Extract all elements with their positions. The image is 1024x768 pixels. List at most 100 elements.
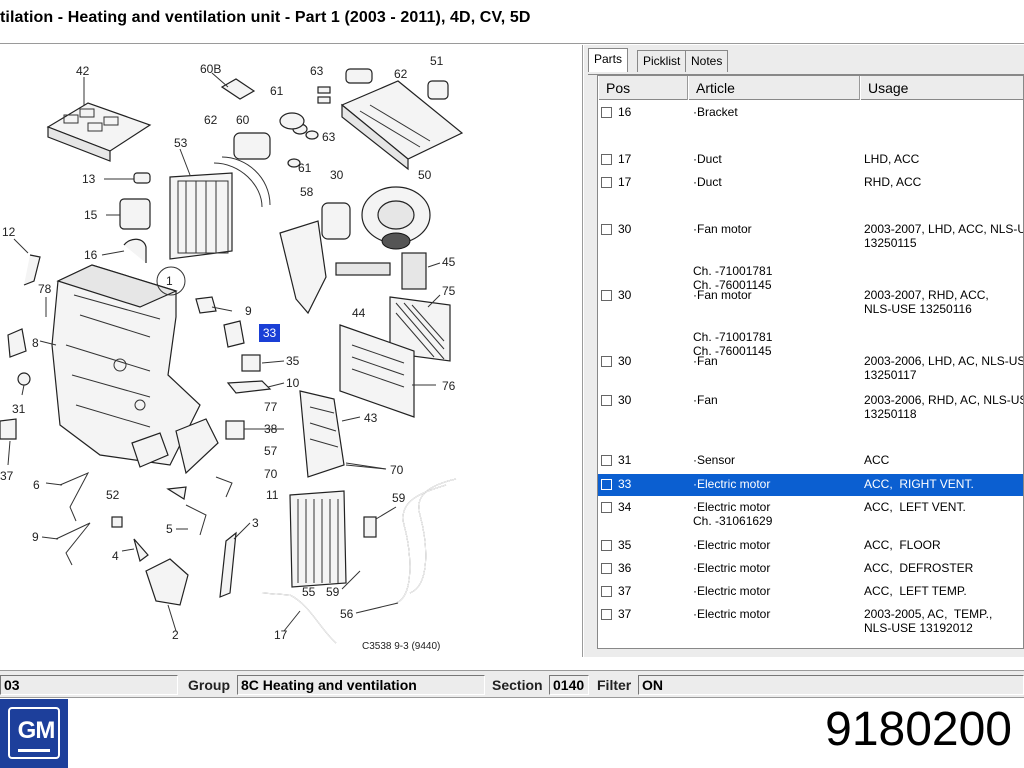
tab-notes[interactable]: Notes bbox=[685, 50, 729, 72]
part-42-filter-frame bbox=[46, 102, 152, 162]
group-label: Group bbox=[188, 677, 230, 693]
table-row-selected[interactable]: 33 ·Electric motor ACC, RIGHT VENT. bbox=[598, 474, 1023, 496]
row-pos: 34 bbox=[618, 500, 632, 514]
row-article: ·Electric motor bbox=[693, 561, 771, 575]
callout-44: 44 bbox=[352, 306, 366, 320]
table-row[interactable]: 37 ·Electric motor 2003-2005, AC, TEMP.,… bbox=[598, 604, 1023, 644]
row-checkbox[interactable] bbox=[601, 154, 612, 165]
row-checkbox[interactable] bbox=[601, 290, 612, 301]
row-pos: 17 bbox=[618, 152, 632, 166]
callout-42: 42 bbox=[76, 64, 90, 78]
callout-16: 16 bbox=[84, 248, 98, 262]
row-article: ·Duct bbox=[693, 152, 722, 166]
section-field[interactable]: 0140 bbox=[549, 675, 589, 695]
row-usage: LHD, ACC bbox=[864, 152, 920, 166]
column-header-pos[interactable]: Pos bbox=[598, 76, 688, 100]
callout-10: 10 bbox=[286, 376, 300, 390]
row-pos: 30 bbox=[618, 354, 632, 368]
row-usage: RHD, ACC bbox=[864, 175, 922, 189]
callout-17: 17 bbox=[274, 628, 288, 642]
callout-55: 55 bbox=[302, 585, 316, 599]
row-checkbox[interactable] bbox=[601, 479, 612, 490]
table-row[interactable]: 30 ·Fan 2003-2006, RHD, AC, NLS-USE 1325… bbox=[598, 390, 1023, 450]
part-number: 9180200 bbox=[825, 703, 1012, 756]
table-row[interactable]: 16 ·Bracket bbox=[598, 102, 1023, 142]
callout-63: 63 bbox=[310, 64, 324, 78]
row-article: ·Duct bbox=[693, 175, 722, 189]
row-checkbox[interactable] bbox=[601, 563, 612, 574]
column-header-article[interactable]: Article bbox=[688, 76, 860, 100]
section-label: Section bbox=[492, 677, 543, 693]
table-row[interactable]: 35 ·Electric motor ACC, FLOOR bbox=[598, 535, 1023, 557]
row-article: ·Electric motor bbox=[693, 477, 771, 491]
callout-51: 51 bbox=[430, 54, 444, 68]
callout-3: 3 bbox=[252, 516, 259, 530]
callout-35: 35 bbox=[286, 354, 300, 368]
table-row[interactable]: 34 ·Electric motor Ch. -31061629 ACC, LE… bbox=[598, 497, 1023, 533]
callout-75: 75 bbox=[442, 284, 456, 298]
part-55-evaporator bbox=[289, 490, 347, 588]
row-pos: 16 bbox=[618, 105, 632, 119]
callout-5: 5 bbox=[166, 522, 173, 536]
row-usage: 2003-2007, LHD, ACC, NLS-USE 13250115 bbox=[864, 222, 1023, 250]
row-usage: ACC bbox=[864, 453, 890, 467]
row-pos: 33 bbox=[618, 477, 632, 491]
row-pos: 30 bbox=[618, 222, 632, 236]
table-row[interactable]: 31 ·Sensor ACC bbox=[598, 450, 1023, 472]
table-row[interactable]: 17 ·Duct LHD, ACC bbox=[598, 149, 1023, 171]
row-pos: 30 bbox=[618, 393, 632, 407]
callout-62: 62 bbox=[394, 67, 408, 81]
row-article: ·Electric motor bbox=[693, 584, 771, 598]
tab-picklist[interactable]: Picklist bbox=[637, 50, 687, 72]
row-pos: 31 bbox=[618, 453, 632, 467]
callout-6: 6 bbox=[33, 478, 40, 492]
row-article: ·Bracket bbox=[693, 105, 738, 119]
row-checkbox[interactable] bbox=[601, 224, 612, 235]
callout-4: 4 bbox=[112, 549, 119, 563]
row-usage: ACC, FLOOR bbox=[864, 538, 941, 552]
group-field[interactable]: 8C Heating and ventilation bbox=[237, 675, 485, 695]
row-checkbox[interactable] bbox=[601, 107, 612, 118]
table-row[interactable]: 30 ·Fan motor Ch. -71001781 Ch. -7600114… bbox=[598, 219, 1023, 292]
callout-9: 9 bbox=[245, 304, 252, 318]
status-left-field: 03 bbox=[0, 675, 178, 695]
callout-57: 57 bbox=[264, 444, 278, 458]
row-pos: 17 bbox=[618, 175, 632, 189]
row-usage: 2003-2006, RHD, AC, NLS-USE 13250118 bbox=[864, 393, 1023, 421]
part-43-door bbox=[299, 390, 345, 478]
table-header: Pos Article Usage bbox=[598, 76, 1023, 100]
callout-31: 31 bbox=[12, 402, 26, 416]
table-row[interactable]: 17 ·Duct RHD, ACC bbox=[598, 172, 1023, 212]
callout-8: 8 bbox=[32, 336, 39, 350]
callout-9b: 9 bbox=[32, 530, 39, 544]
column-header-usage[interactable]: Usage bbox=[860, 76, 1023, 100]
callout-70: 70 bbox=[264, 467, 278, 481]
table-row[interactable]: 36 ·Electric motor ACC, DEFROSTER bbox=[598, 558, 1023, 580]
callout-38: 38 bbox=[264, 422, 278, 436]
row-checkbox[interactable] bbox=[601, 356, 612, 367]
row-article: ·Fan motor Ch. -71001781 Ch. -76001145 bbox=[693, 222, 773, 292]
row-pos: 30 bbox=[618, 288, 632, 302]
callout-33-highlighted[interactable]: 33 bbox=[259, 324, 280, 342]
filter-field[interactable]: ON bbox=[638, 675, 1024, 695]
row-article: ·Fan bbox=[693, 393, 718, 407]
table-row[interactable]: 37 ·Electric motor ACC, LEFT TEMP. bbox=[598, 581, 1023, 603]
gm-logo-underline bbox=[18, 749, 50, 752]
row-article: ·Fan bbox=[693, 354, 718, 368]
table-row[interactable]: 30 ·Fan 2003-2006, LHD, AC, NLS-USE 1325… bbox=[598, 351, 1023, 389]
row-checkbox[interactable] bbox=[601, 502, 612, 513]
row-usage: 2003-2006, LHD, AC, NLS-USE 13250117 bbox=[864, 354, 1023, 382]
table-row[interactable]: 30 ·Fan motor Ch. -71001781 Ch. -7600114… bbox=[598, 285, 1023, 358]
row-checkbox[interactable] bbox=[601, 395, 612, 406]
row-checkbox[interactable] bbox=[601, 455, 612, 466]
row-checkbox[interactable] bbox=[601, 609, 612, 620]
row-checkbox[interactable] bbox=[601, 586, 612, 597]
exploded-parts-diagram[interactable]: 42 60B 63 62 51 61 63 62 60 53 61 13 30 … bbox=[0, 45, 583, 657]
callout-58: 58 bbox=[300, 185, 314, 199]
row-checkbox[interactable] bbox=[601, 177, 612, 188]
callout-59b: 59 bbox=[326, 585, 340, 599]
callout-77: 77 bbox=[264, 400, 278, 414]
tab-parts[interactable]: Parts bbox=[588, 48, 629, 72]
callout-45: 45 bbox=[442, 255, 456, 269]
row-checkbox[interactable] bbox=[601, 540, 612, 551]
